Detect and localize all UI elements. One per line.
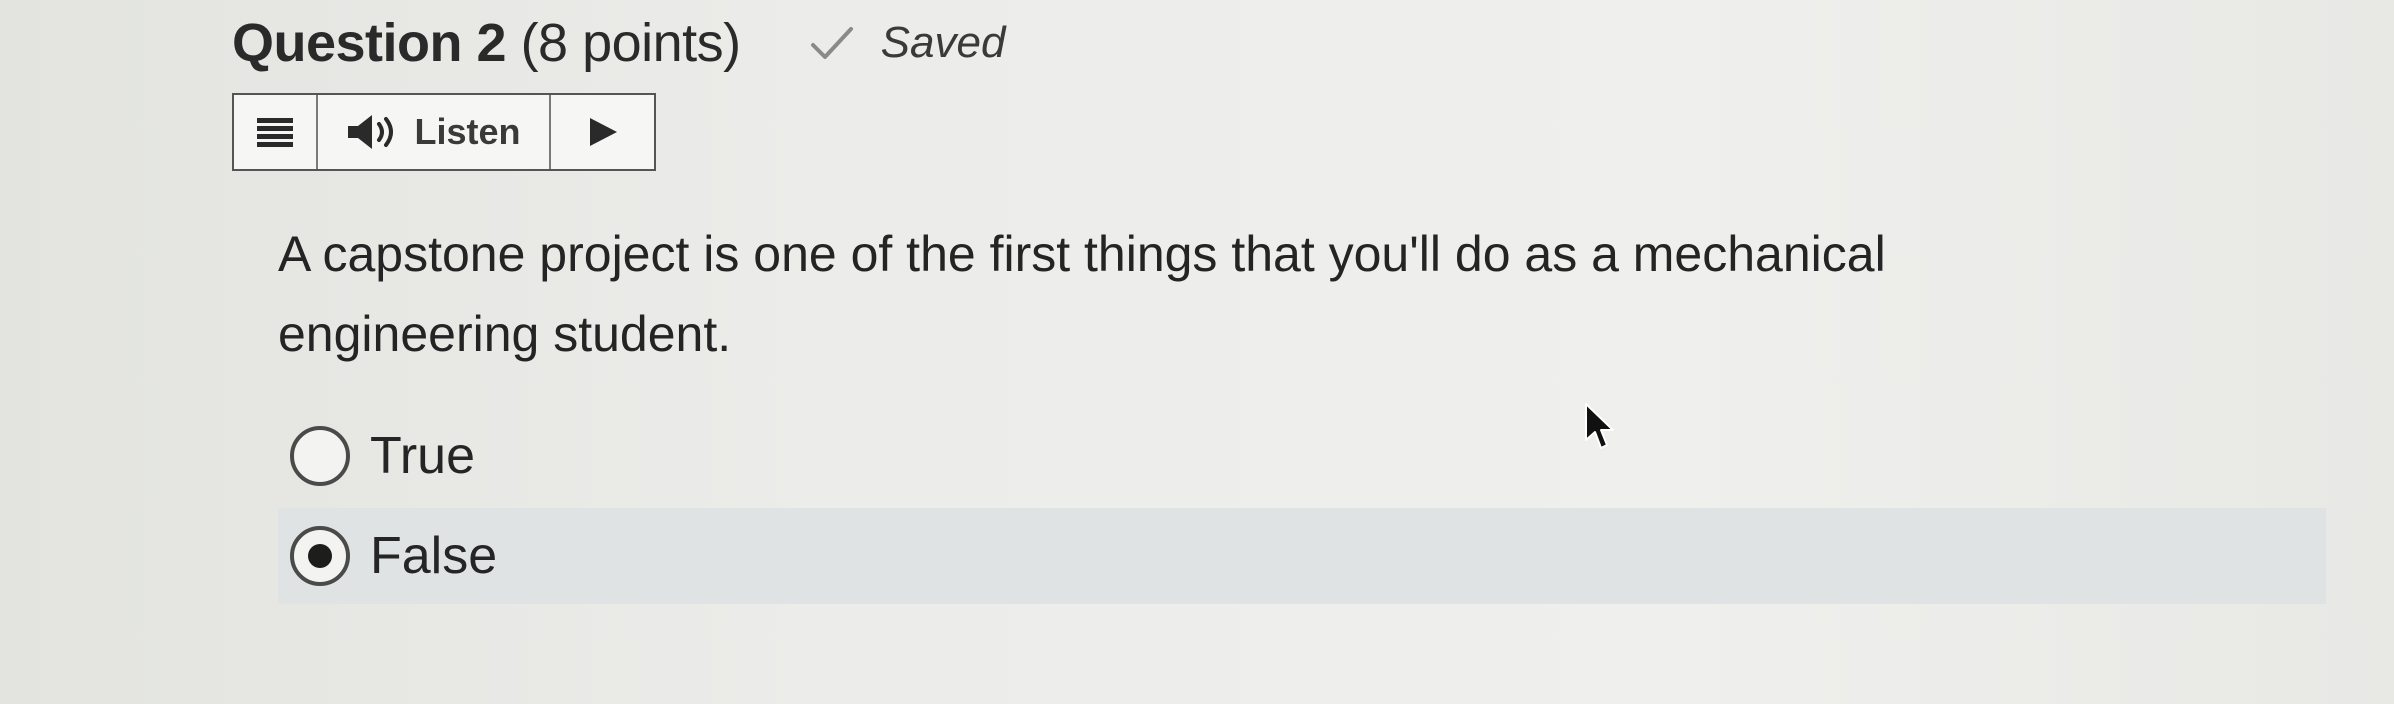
check-icon <box>810 27 853 59</box>
readspeaker-toolbar: Listen <box>232 93 656 171</box>
listen-button[interactable]: Listen <box>318 95 551 169</box>
radio-true[interactable] <box>290 426 350 486</box>
answer-option-false[interactable]: False <box>278 508 2326 604</box>
radio-false[interactable] <box>290 526 350 586</box>
radio-selected-dot <box>308 544 332 568</box>
question-title: Question 2 (8 points) <box>232 12 741 74</box>
question-points: (8 points) <box>520 13 742 73</box>
answer-option-true[interactable]: True <box>278 408 2326 504</box>
answer-label-true: True <box>370 427 475 485</box>
play-button[interactable] <box>551 95 654 169</box>
play-icon <box>589 118 617 146</box>
question-text: A capstone project is one of the first t… <box>278 226 1886 362</box>
speaker-icon <box>348 115 394 149</box>
question-number: Question 2 <box>232 13 507 73</box>
answer-label-false: False <box>370 527 498 585</box>
saved-indicator: Saved <box>809 18 1006 68</box>
question-header: Question 2 (8 points) Saved <box>232 8 1005 78</box>
readspeaker-menu-button[interactable] <box>234 95 318 169</box>
saved-status: Saved <box>880 18 1006 67</box>
mouse-cursor-icon <box>1585 403 1614 449</box>
listen-label: Listen <box>414 111 521 152</box>
menu-icon <box>257 118 293 147</box>
